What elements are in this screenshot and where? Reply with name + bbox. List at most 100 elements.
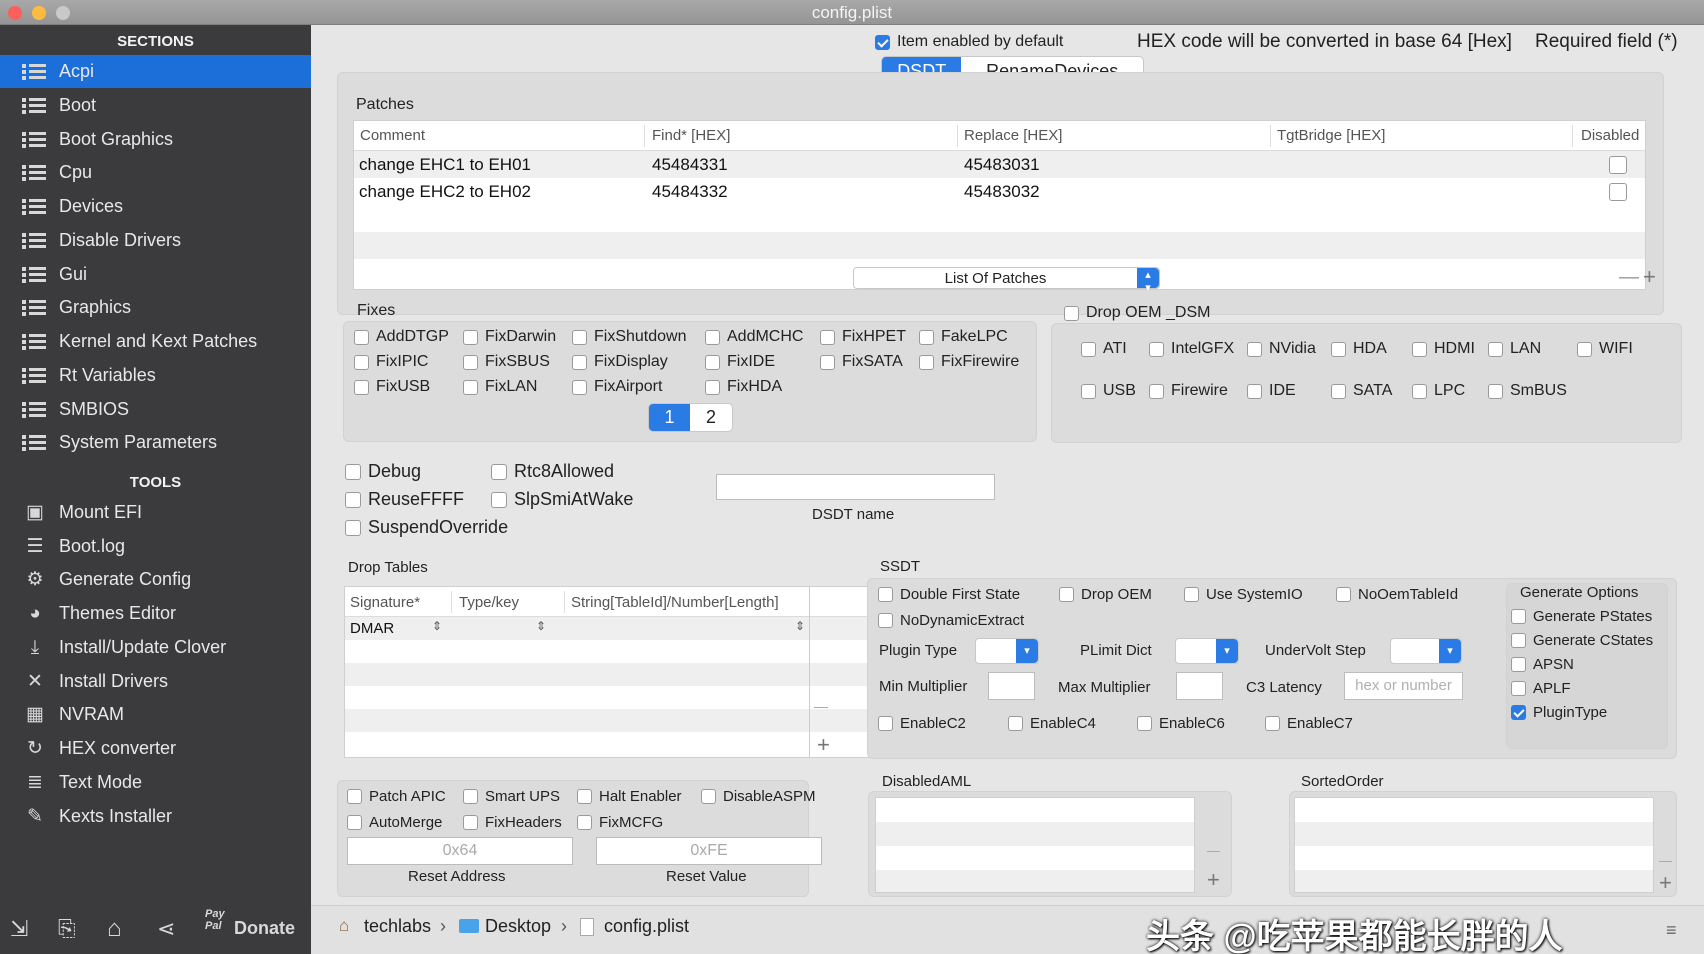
misc-disable-aspm[interactable]: DisableASPM [701,788,816,805]
option-rtc8allowed[interactable]: Rtc8Allowed [491,461,614,482]
list-of-patches-popup[interactable]: List Of Patches ▴ ▾ [853,267,1160,294]
fix-fixhda[interactable]: FixHDA [705,378,782,396]
plimit-dict-select[interactable]: ▾ [1175,638,1239,664]
fix-fakelpc[interactable]: FakeLPC [919,328,1008,346]
sidebar-item-kernel-kext-patches[interactable]: Kernel and Kext Patches [0,325,311,358]
patch-replace[interactable]: 45483031 [964,155,1040,175]
fix-fixshutdown[interactable]: FixShutdown [572,328,687,346]
sidebar-item-boot[interactable]: Boot [0,89,311,122]
sidebar-item-graphics[interactable]: Graphics [0,291,311,324]
fix-fixdisplay[interactable]: FixDisplay [572,353,668,371]
dsm-intelgfx[interactable]: IntelGFX [1149,340,1234,358]
dsm-ide[interactable]: IDE [1247,382,1296,400]
ssdt-nooemtableid[interactable]: NoOemTableId [1336,586,1458,603]
share-icon[interactable]: ⋖ [157,916,175,942]
ssdt-double-first-state[interactable]: Double First State [878,586,1020,603]
resize-grip-icon[interactable]: ≡ [1666,920,1677,941]
dsm-hdmi[interactable]: HDMI [1412,340,1475,358]
tool-kexts-installer[interactable]: ✎ Kexts Installer [0,800,311,833]
path-item-config-plist[interactable]: config.plist [604,916,689,937]
fix-fixlan[interactable]: FixLAN [463,378,537,396]
ssdt-enablec7[interactable]: EnableC7 [1265,715,1353,732]
misc-fixmcfg[interactable]: FixMCFG [577,814,663,831]
fixes-page-2[interactable]: 2 [690,404,732,431]
donate-button[interactable]: Donate [234,918,295,939]
chevron-updown-icon[interactable]: ⇕ [795,619,805,633]
fix-fixairport[interactable]: FixAirport [572,378,662,396]
patch-comment[interactable]: change EHC1 to EH01 [359,155,531,175]
tool-boot-log[interactable]: ☰ Boot.log [0,530,311,563]
sidebar-item-cpu[interactable]: Cpu [0,156,311,189]
fix-fixusb[interactable]: FixUSB [354,378,430,396]
reset-value-input[interactable]: 0xFE [596,837,822,865]
tool-themes-editor[interactable]: ◕ Themes Editor [0,597,311,630]
option-slpsmiatwake[interactable]: SlpSmiAtWake [491,489,633,510]
fix-fixfirewire[interactable]: FixFirewire [919,353,1019,371]
dsm-wifi[interactable]: WIFI [1577,340,1633,358]
fix-fixipic[interactable]: FixIPIC [354,353,428,371]
ssdt-enablec4[interactable]: EnableC4 [1008,715,1096,732]
sidebar-item-smbios[interactable]: SMBIOS [0,393,311,426]
import-icon[interactable]: ⇲ [10,916,28,942]
fix-fixdarwin[interactable]: FixDarwin [463,328,556,346]
col-replace[interactable]: Replace [HEX] [964,127,1062,144]
add-patch-button[interactable]: + [1643,266,1656,288]
col-string-number[interactable]: String[TableId]/Number[Length] [571,594,779,611]
gen-pstates-checkbox[interactable]: Generate PStates [1511,608,1652,625]
misc-smart-ups[interactable]: Smart UPS [463,788,560,805]
tool-hex-converter[interactable]: ↻ HEX converter [0,732,311,765]
fix-fixhpet[interactable]: FixHPET [820,328,906,346]
fix-adddtgp[interactable]: AddDTGP [354,328,449,346]
misc-halt-enabler[interactable]: Halt Enabler [577,788,682,805]
col-disabled[interactable]: Disabled [1581,127,1639,144]
patch-replace[interactable]: 45483032 [964,182,1040,202]
option-suspendoverride[interactable]: SuspendOverride [345,517,508,538]
table-row[interactable]: change EHC1 to EH01 45484331 45483031 [354,151,1645,178]
patch-disabled-checkbox[interactable] [1609,183,1634,201]
dsm-smbus[interactable]: SmBUS [1488,382,1567,400]
col-comment[interactable]: Comment [360,127,425,144]
add-sorted-order-button[interactable]: + [1659,872,1672,894]
reset-address-input[interactable]: 0x64 [347,837,573,865]
option-reuseffff[interactable]: ReuseFFFF [345,489,464,510]
dsm-lan[interactable]: LAN [1488,340,1541,358]
chevron-updown-icon[interactable]: ⇕ [432,619,442,633]
tool-text-mode[interactable]: ≣ Text Mode [0,766,311,799]
dsm-sata[interactable]: SATA [1331,382,1392,400]
dsm-hda[interactable]: HDA [1331,340,1387,358]
sorted-order-list[interactable] [1294,797,1654,893]
fixes-page-1[interactable]: 1 [649,404,691,431]
dsm-firewire[interactable]: Firewire [1149,382,1228,400]
misc-fixheaders[interactable]: FixHeaders [463,814,562,831]
paypal-icon[interactable]: Pay Pal [205,908,225,932]
drop-signature[interactable]: DMAR [350,620,394,637]
patch-disabled-checkbox[interactable] [1609,156,1634,174]
option-debug[interactable]: Debug [345,461,421,482]
export-icon[interactable]: ⎘ [58,916,76,942]
misc-automerge[interactable]: AutoMerge [347,814,442,831]
sidebar-item-disable-drivers[interactable]: Disable Drivers [0,224,311,257]
gen-cstates-checkbox[interactable]: Generate CStates [1511,632,1653,649]
tool-install-drivers[interactable]: ✕ Install Drivers [0,665,311,698]
undervolt-step-select[interactable]: ▾ [1390,638,1462,664]
tool-nvram[interactable]: ▦ NVRAM [0,698,311,731]
ssdt-nodynamicextract[interactable]: NoDynamicExtract [878,612,1024,629]
path-item-techlabs[interactable]: techlabs [364,916,431,937]
ssdt-drop-oem[interactable]: Drop OEM [1059,586,1152,603]
min-multiplier-input[interactable] [988,672,1035,700]
home-icon[interactable]: ⌂ [107,915,122,943]
sidebar-item-gui[interactable]: Gui [0,258,311,291]
sidebar-item-system-parameters[interactable]: System Parameters [0,426,311,459]
col-find[interactable]: Find* [HEX] [652,127,730,144]
chevron-updown-icon[interactable]: ⇕ [536,619,546,633]
patch-find[interactable]: 45484332 [652,182,728,202]
col-signature[interactable]: Signature* [350,594,420,611]
dsdt-name-input[interactable] [716,474,995,500]
col-tgtbridge[interactable]: TgtBridge [HEX] [1277,127,1385,144]
tool-install-update-clover[interactable]: ⤓ Install/Update Clover [0,631,311,664]
patch-find[interactable]: 45484331 [652,155,728,175]
sidebar-item-devices[interactable]: Devices [0,190,311,223]
max-multiplier-input[interactable] [1176,672,1223,700]
gen-aplf-checkbox[interactable]: APLF [1511,680,1571,697]
fix-addmchc[interactable]: AddMCHC [705,328,803,346]
